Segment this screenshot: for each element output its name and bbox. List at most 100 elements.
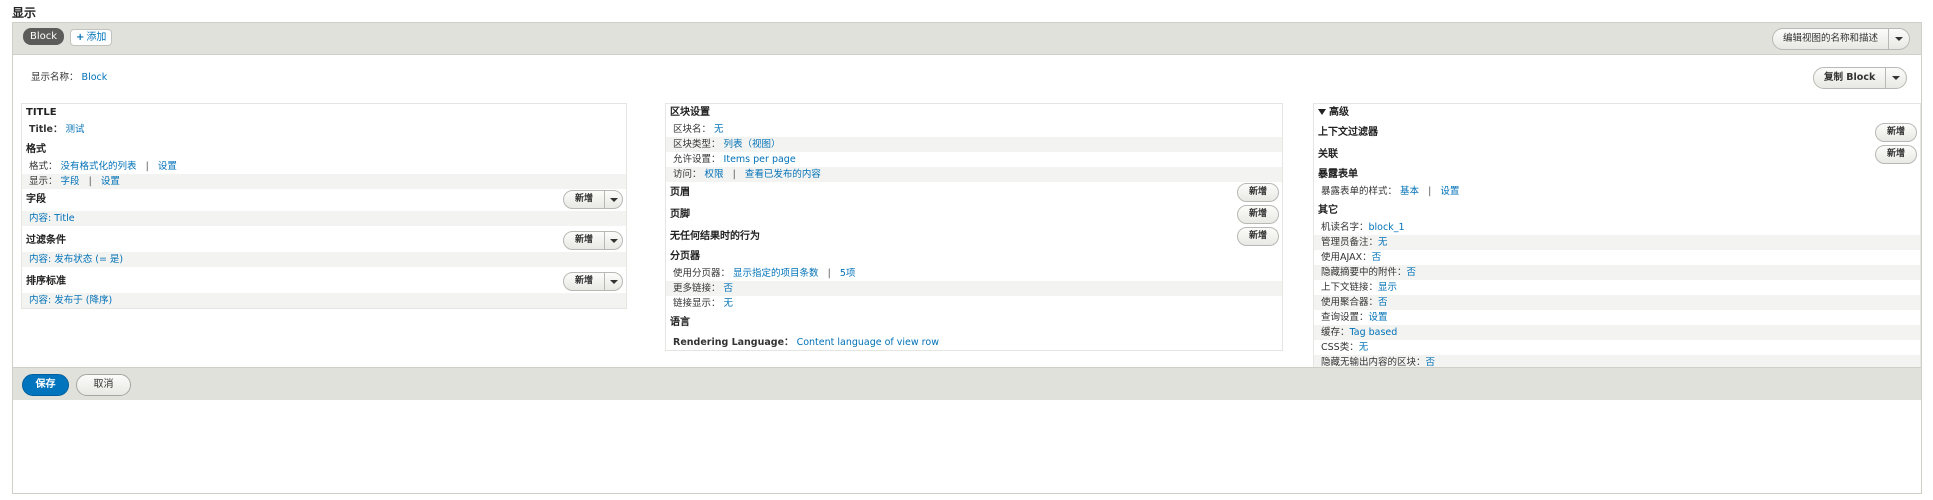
- duplicate-dropbutton[interactable]: 复制 Block: [1813, 67, 1908, 89]
- filters-add-dropbutton[interactable]: 新增: [562, 231, 623, 250]
- contextual-filters-heading: 上下文过滤器: [1318, 127, 1378, 138]
- separator: |: [88, 176, 92, 187]
- other-heading: 其它: [1318, 205, 1338, 216]
- pager-count-link[interactable]: 5项: [840, 268, 856, 279]
- title-link[interactable]: 测试: [66, 124, 85, 135]
- exposed-form-style-label: 暴露表单的样式：: [1321, 186, 1398, 197]
- header-heading: 页眉: [670, 187, 690, 198]
- format-label: 格式：: [29, 161, 58, 172]
- more-link-label: 更多链接：: [673, 283, 721, 294]
- block-type-link[interactable]: 列表（视图）: [724, 139, 781, 150]
- no-results-section: 无任何结果时的行为 新增: [666, 226, 1282, 248]
- dropdown-toggle[interactable]: [1885, 68, 1906, 88]
- dropdown-toggle[interactable]: [604, 232, 622, 249]
- advanced-toggle[interactable]: 高级: [1314, 104, 1920, 122]
- other-item-label: 查询设置：: [1321, 312, 1369, 323]
- exposed-form-style-link[interactable]: 基本: [1400, 186, 1419, 197]
- link-display-link[interactable]: 无: [724, 298, 734, 309]
- other-item-link[interactable]: block_1: [1369, 222, 1405, 233]
- contextual-filters-add-button[interactable]: 新增: [1874, 123, 1917, 142]
- pager-use-row: 使用分页器： 显示指定的项目条数 | 5项: [666, 266, 1282, 281]
- fields-add-button[interactable]: 新增: [564, 191, 604, 208]
- other-item-link[interactable]: 无: [1378, 237, 1388, 248]
- other-item-link[interactable]: 否: [1378, 297, 1388, 308]
- format-link[interactable]: 没有格式化的列表: [61, 161, 137, 172]
- block-name-link[interactable]: 无: [714, 124, 724, 135]
- format-settings-link[interactable]: 设置: [158, 161, 177, 172]
- chevron-down-icon: [609, 279, 618, 284]
- relationships-add-button[interactable]: 新增: [1874, 145, 1917, 164]
- block-name-label: 区块名：: [673, 124, 712, 135]
- other-item-link[interactable]: 显示: [1378, 282, 1397, 293]
- save-button[interactable]: 保存: [22, 374, 69, 396]
- show-settings-link[interactable]: 设置: [101, 176, 120, 187]
- more-link-link[interactable]: 否: [724, 283, 734, 294]
- edit-view-name-button[interactable]: 编辑视图的名称和描述: [1773, 29, 1888, 49]
- relationships-section: 关联 新增: [1314, 144, 1920, 166]
- sort-add-button[interactable]: 新增: [564, 273, 604, 290]
- allow-settings-label: 允许设置：: [673, 154, 721, 165]
- access-permission-link[interactable]: 查看已发布的内容: [745, 169, 821, 180]
- field-item: 内容: Title: [22, 211, 626, 226]
- separator: |: [827, 268, 831, 279]
- exposed-form-settings-link[interactable]: 设置: [1440, 186, 1459, 197]
- other-item-label: 机读名字：: [1321, 222, 1369, 233]
- plus-icon: +: [76, 32, 85, 43]
- field-item-link[interactable]: 内容: Title: [29, 213, 75, 224]
- page-title: 显示: [12, 6, 37, 20]
- filters-section: 过滤条件 新增: [22, 230, 626, 252]
- other-item-link[interactable]: 否: [1372, 252, 1382, 263]
- chevron-down-icon: [1895, 37, 1904, 41]
- fields-add-dropbutton[interactable]: 新增: [562, 190, 623, 209]
- dropdown-toggle[interactable]: [604, 191, 622, 208]
- block-type-row: 区块类型： 列表（视图）: [666, 137, 1282, 152]
- allow-settings-link[interactable]: Items per page: [724, 154, 796, 165]
- header-add-button[interactable]: 新增: [1236, 183, 1279, 202]
- form-actions: 保存 取消: [13, 367, 1921, 400]
- advanced-heading: 高级: [1329, 107, 1349, 118]
- access-link[interactable]: 权限: [705, 169, 724, 180]
- other-item-label: CSS类：: [1321, 342, 1359, 353]
- sort-item: 内容: 发布于 (降序): [22, 293, 626, 308]
- allow-settings-row: 允许设置： Items per page: [666, 152, 1282, 167]
- other-item-label: 缓存：: [1321, 327, 1350, 338]
- other-item: CSS类：无: [1314, 340, 1920, 355]
- chevron-down-icon: [609, 238, 618, 243]
- filter-item-link[interactable]: 内容: 发布状态 (= 是): [29, 254, 123, 265]
- block-settings-heading: 区块设置: [670, 107, 710, 118]
- title-row: Title： 测试: [22, 122, 626, 137]
- add-display-button[interactable]: + 添加: [70, 29, 113, 46]
- language-heading: 语言: [670, 317, 690, 328]
- other-item-link[interactable]: 否: [1407, 267, 1417, 278]
- cancel-button[interactable]: 取消: [76, 374, 131, 396]
- pager-use-link[interactable]: 显示指定的项目条数: [733, 268, 819, 279]
- no-results-add-button[interactable]: 新增: [1236, 227, 1279, 246]
- dropdown-toggle[interactable]: [1888, 29, 1909, 49]
- other-item: 缓存：Tag based: [1314, 325, 1920, 340]
- chevron-down-icon: [609, 197, 618, 202]
- other-item-link[interactable]: 设置: [1369, 312, 1388, 323]
- separator: |: [732, 169, 736, 180]
- other-item-link[interactable]: 无: [1359, 342, 1369, 353]
- rendering-language-link[interactable]: Content language of view row: [797, 337, 939, 348]
- exposed-form-style-row: 暴露表单的样式： 基本 | 设置: [1314, 184, 1920, 199]
- duplicate-block-button[interactable]: 复制 Block: [1814, 68, 1885, 88]
- exposed-form-heading: 暴露表单: [1318, 169, 1358, 180]
- edit-view-name-dropbutton[interactable]: 编辑视图的名称和描述: [1772, 28, 1911, 50]
- tab-block[interactable]: Block: [23, 28, 65, 45]
- footer-heading: 页脚: [670, 209, 690, 220]
- show-link[interactable]: 字段: [61, 176, 80, 187]
- rendering-language-row: Rendering Language： Content language of …: [666, 335, 1282, 350]
- display-name-link[interactable]: Block: [82, 72, 108, 83]
- sort-item-link[interactable]: 内容: 发布于 (降序): [29, 295, 112, 306]
- filters-add-button[interactable]: 新增: [564, 232, 604, 249]
- footer-add-button[interactable]: 新增: [1236, 205, 1279, 224]
- other-item-link[interactable]: Tag based: [1350, 327, 1398, 338]
- other-item: 上下文链接：显示: [1314, 280, 1920, 295]
- chevron-down-icon: [1892, 76, 1901, 80]
- filter-item: 内容: 发布状态 (= 是): [22, 252, 626, 267]
- sort-add-dropbutton[interactable]: 新增: [562, 272, 623, 291]
- dropdown-toggle[interactable]: [604, 273, 622, 290]
- title-section-heading: TITLE: [26, 107, 57, 118]
- other-item-label: 上下文链接：: [1321, 282, 1379, 293]
